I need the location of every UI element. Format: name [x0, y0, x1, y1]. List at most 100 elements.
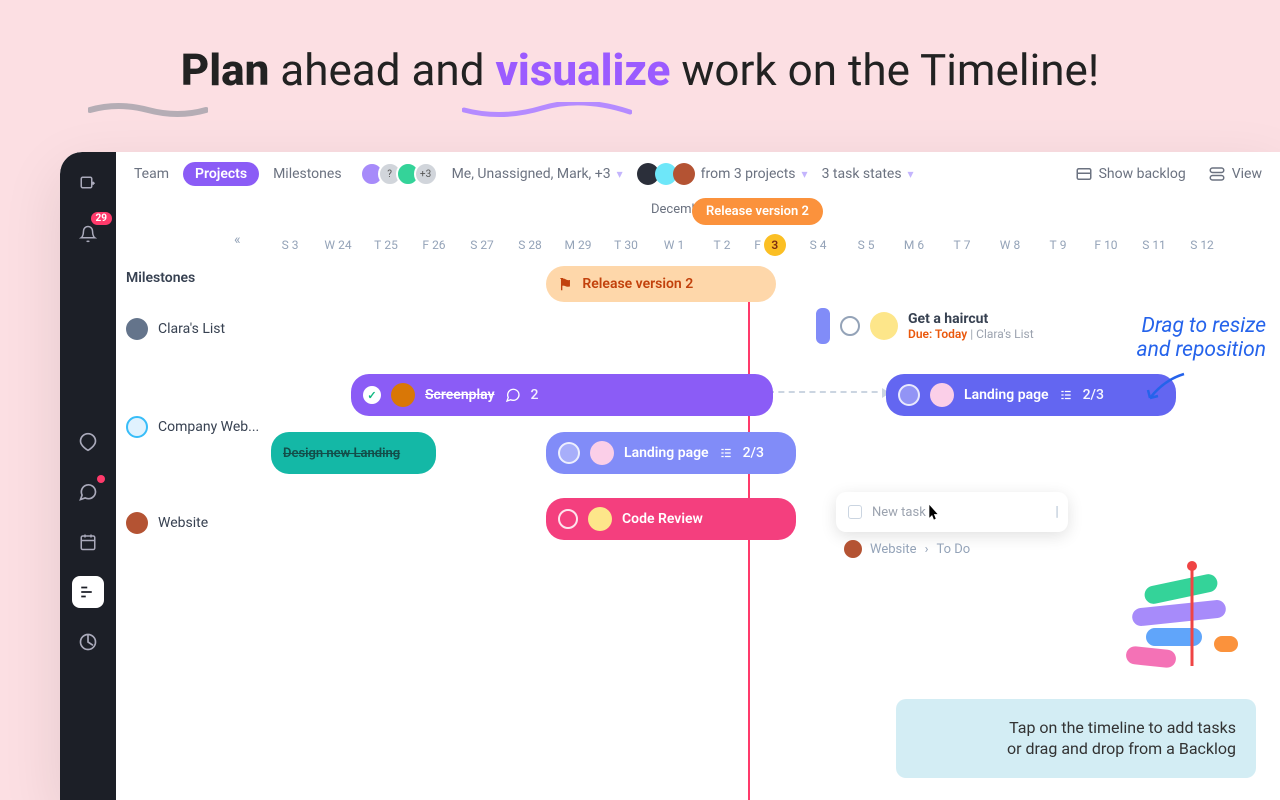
show-backlog-button[interactable]: Show backlog — [1075, 165, 1186, 183]
project-icon — [673, 163, 695, 185]
task-title: Code Review — [622, 511, 703, 527]
chevron-down-icon: ▾ — [802, 167, 808, 181]
progress-icon — [558, 442, 580, 464]
date-cell[interactable]: S11 — [1130, 238, 1178, 252]
date-cell[interactable]: W24 — [314, 238, 362, 252]
task-haircut[interactable]: Get a haircut Due: Today | Clara's List — [816, 308, 1034, 344]
dependency-arrow — [768, 391, 888, 393]
task-landing-page-1[interactable]: Landing page 2/3 — [546, 432, 796, 474]
date-cell[interactable]: S5 — [842, 238, 890, 252]
task-title: Landing page — [964, 387, 1049, 403]
tip-callout: Tap on the timeline to add tasks or drag… — [896, 699, 1256, 778]
scribble-underline-plan-icon — [88, 100, 208, 120]
new-item-icon[interactable] — [72, 168, 104, 200]
subtasks-icon — [1059, 388, 1073, 402]
row-header-company[interactable]: Company Web... — [126, 416, 264, 438]
date-cell[interactable]: F10 — [1082, 238, 1130, 252]
task-landing-page-2[interactable]: Landing page 2/3 — [886, 374, 1176, 416]
status-circle-icon[interactable] — [558, 509, 578, 529]
date-cell[interactable]: F 3 — [746, 234, 794, 256]
chevron-down-icon: ▾ — [617, 167, 623, 181]
row-header-clara[interactable]: Clara's List — [126, 318, 264, 340]
side-rail: 29 — [60, 152, 116, 800]
chat-icon[interactable] — [72, 476, 104, 508]
comment-count: 2 — [531, 387, 539, 403]
reports-icon[interactable] — [72, 626, 104, 658]
date-cell[interactable]: T25 — [362, 238, 410, 252]
date-cell[interactable]: T9 — [1034, 238, 1082, 252]
task-title: Landing page — [624, 445, 709, 461]
date-cell[interactable]: M29 — [554, 238, 602, 252]
calendar-icon[interactable] — [72, 526, 104, 558]
new-task-card[interactable]: New task || — [836, 492, 1068, 532]
date-cell[interactable]: W8 — [986, 238, 1034, 252]
view-icon — [1208, 165, 1226, 183]
date-header-row: S3W24T25F26S27S28M29T30W1T2F 3S4S5M6T7W8… — [266, 228, 1280, 262]
task-design-landing[interactable]: Design new Landing — [271, 432, 436, 474]
cursor-pointer-icon — [922, 504, 944, 531]
hero-word-plan: Plan — [181, 44, 270, 96]
task-title: Get a haircut — [908, 311, 1034, 327]
date-cell[interactable]: T2 — [698, 238, 746, 252]
chat-unread-dot — [97, 475, 105, 483]
project-icon — [126, 318, 148, 340]
milestone-tag[interactable]: Release version 2 — [692, 198, 823, 225]
new-task-placeholder: New task — [872, 505, 926, 520]
date-cell[interactable]: W1 — [650, 238, 698, 252]
notifications-icon[interactable]: 29 — [72, 218, 104, 250]
topbar: Team Projects Milestones ? +3 Me, Unassi… — [116, 152, 1280, 196]
task-bar-segment[interactable] — [816, 308, 830, 344]
avatar — [590, 441, 614, 465]
date-cell[interactable]: S27 — [458, 238, 506, 252]
chevron-down-icon: ▾ — [908, 167, 914, 181]
milestone-bar[interactable]: ⚑ Release version 2 — [546, 266, 776, 302]
date-cell[interactable]: F26 — [410, 238, 458, 252]
comment-icon — [505, 387, 521, 403]
project-icon — [126, 416, 148, 438]
task-screenplay[interactable]: ✓ Screenplay 2 — [351, 374, 773, 416]
states-filter[interactable]: 3 task states▾ — [822, 166, 914, 182]
people-filter[interactable]: Me, Unassigned, Mark, +3▾ — [452, 166, 623, 182]
date-cell[interactable]: S4 — [794, 238, 842, 252]
notification-badge: 29 — [91, 212, 112, 225]
status-circle-icon[interactable] — [840, 316, 860, 336]
avatar-stack[interactable]: ? +3 — [366, 162, 438, 186]
subtask-count: 2/3 — [1083, 387, 1104, 403]
tab-team[interactable]: Team — [134, 166, 169, 182]
scribble-underline-visualize-icon — [462, 102, 632, 120]
stacked-bars-decoration-icon — [1126, 558, 1246, 678]
avatar — [588, 507, 612, 531]
chevron-right-icon: › — [925, 542, 929, 557]
date-cell[interactable]: M6 — [890, 238, 938, 252]
task-code-review[interactable]: Code Review — [546, 498, 796, 540]
task-title: Screenplay — [425, 387, 495, 403]
project-icon — [844, 540, 862, 558]
projects-filter[interactable]: from 3 projects▾ — [637, 163, 808, 185]
date-cell[interactable]: S12 — [1178, 238, 1226, 252]
avatar-more: +3 — [414, 162, 438, 186]
view-button[interactable]: View — [1208, 165, 1262, 183]
timeline-icon[interactable] — [72, 576, 104, 608]
tab-milestones[interactable]: Milestones — [273, 166, 342, 182]
progress-icon — [898, 384, 920, 406]
drag-handle-icon[interactable]: || — [1055, 504, 1056, 520]
date-cell[interactable]: S28 — [506, 238, 554, 252]
date-cell[interactable]: T30 — [602, 238, 650, 252]
subtask-count: 2/3 — [743, 445, 764, 461]
checkbox-icon[interactable] — [848, 505, 862, 519]
task-title: Design new Landing — [283, 446, 400, 461]
collapse-icon[interactable]: « — [234, 232, 241, 248]
flag-icon: ⚑ — [558, 275, 572, 294]
annotation-arrow-icon — [1146, 372, 1186, 402]
date-cell[interactable]: T7 — [938, 238, 986, 252]
row-header-milestones[interactable]: Milestones — [126, 270, 264, 286]
hero-word-visualize: visualize — [495, 44, 670, 96]
check-icon[interactable]: ✓ — [363, 386, 381, 404]
tab-projects[interactable]: Projects — [183, 162, 259, 186]
goals-icon[interactable] — [72, 426, 104, 458]
row-header-website[interactable]: Website — [126, 512, 264, 534]
avatar — [870, 312, 898, 340]
new-task-breadcrumb[interactable]: Website › To Do — [844, 540, 970, 558]
date-cell[interactable]: S3 — [266, 238, 314, 252]
avatar — [930, 383, 954, 407]
